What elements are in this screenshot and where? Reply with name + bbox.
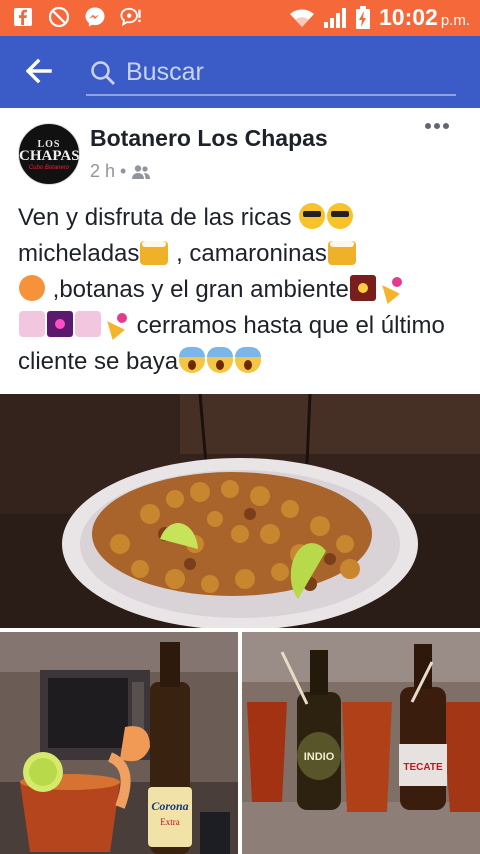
post-text-part-4: ,botanas y el gran ambiente [46,276,349,303]
chat-alert-icon [120,6,142,28]
battery-charging-icon [355,5,371,30]
blocked-icon [48,6,70,28]
sunglasses-emoji-icon [299,203,326,229]
confetti-emoji-icon [75,311,101,337]
scream-emoji-icon [179,347,206,373]
post-text-part-2: micheladas [18,240,140,267]
clock-ampm: p.m. [440,12,470,29]
search-placeholder: Buscar [126,58,204,86]
corona-label-1: Corona [151,799,188,813]
clock-time: 10:02 [378,4,438,30]
signal-icon [323,7,347,29]
scream-emoji-icon [207,347,234,373]
wifi-icon [289,8,315,28]
avatar[interactable]: LOS CHAPAS Cubo Botanero [18,123,80,185]
sunglasses-emoji-icon [327,203,354,229]
plate-of-botanas-photo[interactable] [0,394,480,628]
search-icon [90,60,116,86]
more-options-icon[interactable] [424,122,450,130]
post-message: Ven y disfruta de las ricas micheladas ,… [18,200,470,380]
indio-label: INDIO [304,751,335,763]
sparkler-emoji-icon [47,311,73,337]
beer-mugs-emoji-icon [327,241,356,265]
messenger-icon [84,6,106,28]
confetti-emoji-icon [19,311,45,337]
notification-icons [12,6,142,28]
clock: 10:02 p.m. [379,4,470,31]
friends-icon [131,164,151,180]
post-text-part-1: Ven y disfruta de las ricas [18,204,299,231]
shrimp-emoji-icon [19,275,45,301]
page-name-link[interactable]: Botanero Los Chapas [90,125,328,152]
search-input[interactable]: Buscar [86,50,456,96]
post-timestamp[interactable]: 2 h [90,161,115,182]
arrow-left-icon[interactable] [26,58,52,84]
beer-mugs-emoji-icon [140,241,169,265]
fireworks-emoji-icon [349,275,376,301]
post-header: LOS CHAPAS Cubo Botanero Botanero Los Ch… [0,108,480,192]
party-popper-emoji-icon [103,311,129,337]
post-meta: 2 h • [90,161,151,182]
tecate-label: TECATE [403,762,443,773]
status-bar: 10:02 p.m. [0,0,480,36]
party-popper-emoji-icon [378,275,404,301]
system-status: 10:02 p.m. [289,4,470,31]
corona-label-2: Extra [160,817,180,827]
michelada-with-corona-photo[interactable]: Corona Extra [0,632,238,854]
post-text-part-3: , camaroninas [169,240,327,267]
avatar-logo-line3: Cubo Botanero [28,165,70,171]
meta-separator: • [120,161,127,181]
avatar-logo-line2: CHAPAS [19,148,80,164]
micheladas-with-beers-photo[interactable]: INDIO TECATE [242,632,480,854]
scream-emoji-icon [235,347,262,373]
facebook-icon [12,6,34,28]
app-header: Buscar [0,36,480,108]
